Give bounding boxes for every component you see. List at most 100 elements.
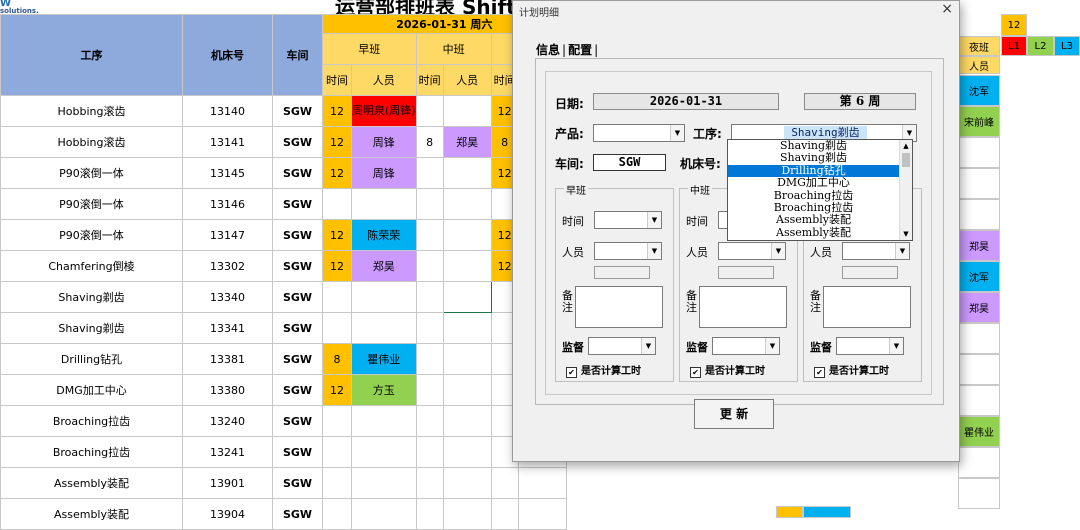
process-cell[interactable]: Shaving剃齿 — [0, 281, 183, 313]
mid-time-cell[interactable] — [415, 250, 444, 282]
check-icon[interactable]: ✔ — [690, 367, 701, 378]
memo-field[interactable] — [699, 286, 787, 328]
machine-cell[interactable]: 13141 — [182, 126, 273, 158]
machine-cell[interactable]: 13340 — [182, 281, 273, 313]
calc-hours-checkbox[interactable]: ✔ 是否计算工时 — [566, 362, 641, 378]
process-cell[interactable]: Drilling钻孔 — [0, 343, 183, 375]
tab-info[interactable]: 信息 — [536, 43, 560, 57]
machine-cell[interactable]: 13241 — [182, 436, 273, 468]
early-person-cell[interactable] — [351, 312, 417, 344]
mid-time-cell[interactable]: 8 — [415, 126, 444, 158]
chevron-down-icon[interactable]: ▼ — [895, 243, 909, 259]
process-cell[interactable]: Assembly装配 — [0, 498, 183, 530]
mid-person-cell[interactable] — [442, 312, 492, 344]
mid-time-cell[interactable] — [415, 281, 444, 313]
mid-time-cell[interactable] — [415, 467, 444, 499]
memo-field[interactable] — [823, 286, 911, 328]
person-combo[interactable]: ▼ — [718, 242, 786, 260]
update-button[interactable]: 更 新 — [694, 399, 774, 429]
scroll-thumb[interactable] — [902, 153, 910, 167]
early-person-cell[interactable] — [351, 467, 417, 499]
chevron-down-icon[interactable]: ▼ — [647, 212, 661, 228]
calc-hours-checkbox[interactable]: ✔ 是否计算工时 — [690, 362, 765, 378]
supervisor-combo[interactable]: ▼ — [712, 337, 780, 355]
process-cell[interactable]: Shaving剃齿 — [0, 312, 183, 344]
early-person-cell[interactable]: 周锋 — [351, 126, 417, 158]
workshop-cell[interactable]: SGW — [272, 498, 323, 530]
check-icon[interactable]: ✔ — [566, 367, 577, 378]
mid-time-cell[interactable] — [415, 405, 444, 437]
machine-cell[interactable]: 13901 — [182, 467, 273, 499]
right-person-cell[interactable]: 沈军 — [958, 75, 1000, 106]
right-person-cell[interactable] — [958, 385, 1000, 416]
bottom-cell[interactable] — [803, 506, 851, 518]
tab-config[interactable]: 配置 — [568, 43, 592, 57]
early-time-cell[interactable]: 12 — [322, 219, 352, 251]
mid-person-cell[interactable] — [442, 374, 492, 406]
mid-time-cell[interactable] — [415, 312, 444, 344]
early-time-cell[interactable]: 8 — [322, 343, 352, 375]
person-combo[interactable]: ▼ — [842, 242, 910, 260]
scroll-down-icon[interactable]: ▼ — [900, 228, 912, 240]
right-person-cell[interactable]: 沈军 — [958, 261, 1000, 292]
early-time-cell[interactable] — [322, 312, 352, 344]
right-person-cell[interactable]: 郑昊 — [958, 230, 1000, 261]
mid-time-cell[interactable] — [415, 374, 444, 406]
mid-time-cell[interactable] — [415, 498, 444, 530]
line-tag-l1[interactable]: L1 — [1001, 36, 1027, 56]
early-time-cell[interactable]: 12 — [322, 126, 352, 158]
early-person-cell[interactable]: 陈荣荣 — [351, 219, 417, 251]
dropdown-option[interactable]: Shaving剃齿 — [728, 151, 899, 164]
machine-cell[interactable]: 13147 — [182, 219, 273, 251]
early-person-cell[interactable]: 周明泉(周锋) — [351, 95, 417, 127]
chevron-down-icon[interactable]: ▼ — [889, 338, 903, 354]
process-cell[interactable]: Chamfering倒棱 — [0, 250, 183, 282]
workshop-cell[interactable]: SGW — [272, 157, 323, 189]
early-person-cell[interactable]: 周锋 — [351, 157, 417, 189]
early-person-cell[interactable]: 瞿伟业 — [351, 343, 417, 375]
machine-cell[interactable]: 13240 — [182, 405, 273, 437]
early-person-cell[interactable]: 方玉 — [351, 374, 417, 406]
early-time-cell[interactable] — [322, 436, 352, 468]
early-person-cell[interactable] — [351, 405, 417, 437]
check-icon[interactable]: ✔ — [814, 367, 825, 378]
night-person-cell[interactable] — [517, 467, 567, 499]
mid-person-cell[interactable] — [442, 467, 492, 499]
scroll-up-icon[interactable]: ▲ — [900, 140, 912, 152]
process-cell[interactable]: DMG加工中心 — [0, 374, 183, 406]
machine-cell[interactable]: 13146 — [182, 188, 273, 220]
machine-cell[interactable]: 13341 — [182, 312, 273, 344]
memo-field[interactable] — [575, 286, 663, 328]
time-combo[interactable]: ▼ — [594, 211, 662, 229]
right-person-cell[interactable]: 瞿伟业 — [958, 416, 1000, 447]
early-person-cell[interactable] — [351, 281, 417, 313]
machine-cell[interactable]: 13380 — [182, 374, 273, 406]
right-person-cell[interactable]: 宋前峰 — [958, 106, 1000, 137]
dropdown-option[interactable]: Assembly装配 — [728, 226, 899, 239]
early-time-cell[interactable] — [322, 281, 352, 313]
process-cell[interactable]: Broaching拉齿 — [0, 405, 183, 437]
right-sub-person[interactable]: 人员 — [958, 56, 1000, 74]
process-cell[interactable]: Hobbing滚齿 — [0, 126, 183, 158]
chevron-down-icon[interactable]: ▼ — [647, 243, 661, 259]
chevron-down-icon[interactable]: ▼ — [641, 338, 655, 354]
mid-person-cell[interactable] — [442, 157, 492, 189]
mid-time-cell[interactable] — [415, 157, 444, 189]
early-time-cell[interactable]: 12 — [322, 157, 352, 189]
right-person-cell[interactable] — [958, 137, 1000, 168]
process-cell[interactable]: P90滚倒一体 — [0, 188, 183, 220]
workshop-cell[interactable]: SGW — [272, 188, 323, 220]
mid-person-cell[interactable] — [442, 95, 492, 127]
right-person-cell[interactable] — [958, 447, 1000, 478]
mid-time-cell[interactable] — [415, 188, 444, 220]
early-time-cell[interactable] — [322, 405, 352, 437]
dropdown-scrollbar[interactable]: ▲ ▼ — [899, 140, 912, 240]
dropdown-option[interactable]: DMG加工中心 — [728, 176, 899, 189]
workshop-cell[interactable]: SGW — [272, 405, 323, 437]
mid-person-cell[interactable]: 郑昊 — [442, 126, 492, 158]
calc-hours-checkbox[interactable]: ✔ 是否计算工时 — [814, 362, 889, 378]
right-person-cell[interactable] — [958, 323, 1000, 354]
right-person-cell[interactable] — [958, 168, 1000, 199]
early-time-cell[interactable] — [322, 498, 352, 530]
line-tag-l3[interactable]: L3 — [1054, 36, 1080, 56]
